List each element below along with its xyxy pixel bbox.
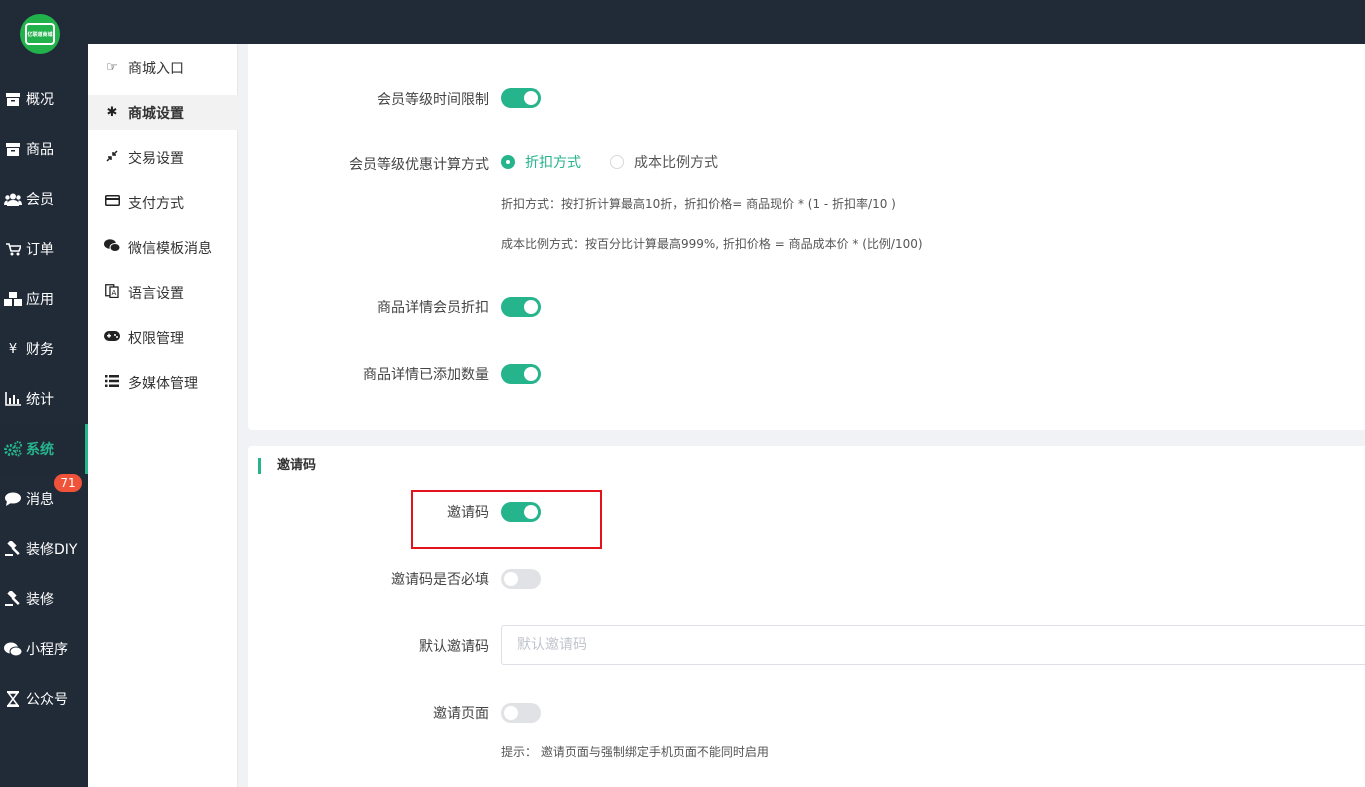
invite-page-toggle[interactable] <box>501 703 541 723</box>
submenu-item-trade-settings[interactable]: 交易设置 <box>88 140 238 175</box>
nav-item-label: 消息 <box>26 492 54 508</box>
submenu-item-label: 交易设置 <box>128 150 184 167</box>
nav-item-statistics[interactable]: 统计 <box>0 374 88 424</box>
nav-item-label: 系统 <box>26 442 54 458</box>
highlight-box <box>411 490 602 549</box>
submenu-item-mall-settings[interactable]: ✱ 商城设置 <box>88 95 238 130</box>
nav-item-miniprogram[interactable]: 小程序 <box>0 624 88 674</box>
cubes-icon <box>4 290 22 308</box>
settings-submenu: ☞ 商城入口 ✱ 商城设置 交易设置 支付方式 微信模板消息 A 语言设置 权限… <box>88 44 238 787</box>
invite-page-label: 邀请页面 <box>433 706 489 722</box>
radio-label: 成本比例方式 <box>634 155 718 171</box>
detail-discount-label: 商品详情会员折扣 <box>377 300 489 316</box>
nav-item-label: 会员 <box>26 192 54 208</box>
discount-hint: 折扣方式：按打折计算最高10折，折扣价格= 商品现价 * (1 - 折扣率/10… <box>501 197 896 211</box>
nav-item-label: 订单 <box>26 242 54 258</box>
nav-item-goods[interactable]: 商品 <box>0 124 88 174</box>
logo-text: 亿联道商城 <box>25 23 55 45</box>
cost-ratio-radio[interactable]: 成本比例方式 <box>610 152 718 172</box>
yen-icon: ¥ <box>8 341 18 357</box>
gears-icon <box>4 440 22 458</box>
top-bar <box>0 0 1365 44</box>
submenu-item-permissions[interactable]: 权限管理 <box>88 320 238 355</box>
submenu-item-label: 微信模板消息 <box>128 240 212 257</box>
credit-card-icon <box>104 195 120 210</box>
invite-required-label: 邀请码是否必填 <box>391 572 489 588</box>
member-settings-panel: 会员等级时间限制 会员等级优惠计算方式 折扣方式 成本比例方式 折扣方式：按打折… <box>248 44 1365 430</box>
section-title: 邀请码 <box>258 458 316 474</box>
users-icon <box>4 190 22 208</box>
nav-item-orders[interactable]: 订单 <box>0 224 88 274</box>
radio-dot <box>501 155 515 169</box>
nav-item-finance[interactable]: ¥ 财务 <box>0 324 88 374</box>
list-icon <box>104 374 120 391</box>
submenu-item-label: 商城入口 <box>128 60 184 77</box>
svg-text:A: A <box>112 289 117 297</box>
gavel-icon <box>4 590 22 608</box>
nav-item-overview[interactable]: 概况 <box>0 74 88 124</box>
gamepad-icon <box>104 330 120 345</box>
cog-icon: ✱ <box>106 105 118 120</box>
compress-icon <box>104 149 120 166</box>
nav-item-decorate[interactable]: 装修 <box>0 574 88 624</box>
default-code-label: 默认邀请码 <box>419 639 489 655</box>
nav-item-label: 财务 <box>26 342 54 358</box>
nav-item-label: 概况 <box>26 92 54 108</box>
detail-added-qty-label: 商品详情已添加数量 <box>363 367 489 383</box>
nav-item-label: 公众号 <box>26 692 68 708</box>
radio-dot <box>610 155 624 169</box>
nav-item-apps[interactable]: 应用 <box>0 274 88 324</box>
submenu-item-label: 支付方式 <box>128 195 184 212</box>
submenu-item-label: 商城设置 <box>128 105 184 122</box>
cart-icon <box>4 240 22 258</box>
wechat-icon <box>104 239 121 256</box>
submenu-item-label: 权限管理 <box>128 330 184 347</box>
nav-item-decorate-diy[interactable]: 装修DIY <box>0 524 88 574</box>
archive-icon <box>4 90 22 108</box>
archive-icon <box>4 140 22 158</box>
logo[interactable]: 亿联道商城 <box>20 14 60 54</box>
submenu-item-language[interactable]: A 语言设置 <box>88 275 238 310</box>
hand-pointer-icon: ☞ <box>106 60 118 75</box>
messages-badge: 71 <box>54 474 82 492</box>
discount-calc-label: 会员等级优惠计算方式 <box>349 157 489 173</box>
nav-item-system[interactable]: 系统 <box>0 424 88 474</box>
radio-label: 折扣方式 <box>525 155 581 171</box>
submenu-item-label: 多媒体管理 <box>128 375 198 392</box>
detail-discount-toggle[interactable] <box>501 297 541 317</box>
nav-item-label: 应用 <box>26 292 54 308</box>
invite-required-toggle[interactable] <box>501 569 541 589</box>
nav-item-label: 装修DIY <box>26 542 78 558</box>
detail-added-qty-toggle[interactable] <box>501 364 541 384</box>
nav-item-members[interactable]: 会员 <box>0 174 88 224</box>
wechat-icon <box>4 640 22 658</box>
level-time-limit-toggle[interactable] <box>501 88 541 108</box>
submenu-item-payment[interactable]: 支付方式 <box>88 185 238 220</box>
default-code-input[interactable] <box>501 625 1365 665</box>
nav-item-label: 小程序 <box>26 642 68 658</box>
nav-item-official-account[interactable]: 公众号 <box>0 674 88 724</box>
submenu-item-wechat-template[interactable]: 微信模板消息 <box>88 230 238 265</box>
submenu-item-label: 语言设置 <box>128 285 184 302</box>
main-sidebar: 亿联道商城 概况 商品 会员 订单 应用 ¥ 财务 统计 系统 消息 装修DIY <box>0 0 88 787</box>
gavel-icon <box>4 540 22 558</box>
discount-method-radio[interactable]: 折扣方式 <box>501 152 581 172</box>
invite-page-tip: 提示： 邀请页面与强制绑定手机页面不能同时启用 <box>501 745 769 759</box>
comment-icon <box>4 490 22 508</box>
bar-chart-icon <box>4 390 22 408</box>
submenu-item-mall-entry[interactable]: ☞ 商城入口 <box>88 50 238 85</box>
nav-item-label: 统计 <box>26 392 54 408</box>
cost-ratio-hint: 成本比例方式：按百分比计算最高999%, 折扣价格 = 商品成本价 * (比例/… <box>501 237 923 251</box>
nav-item-label: 商品 <box>26 142 54 158</box>
nav-item-label: 装修 <box>26 592 54 608</box>
hourglass-icon <box>4 690 22 708</box>
submenu-item-media[interactable]: 多媒体管理 <box>88 365 238 400</box>
translate-icon: A <box>104 283 120 302</box>
level-time-limit-label: 会员等级时间限制 <box>377 92 489 108</box>
